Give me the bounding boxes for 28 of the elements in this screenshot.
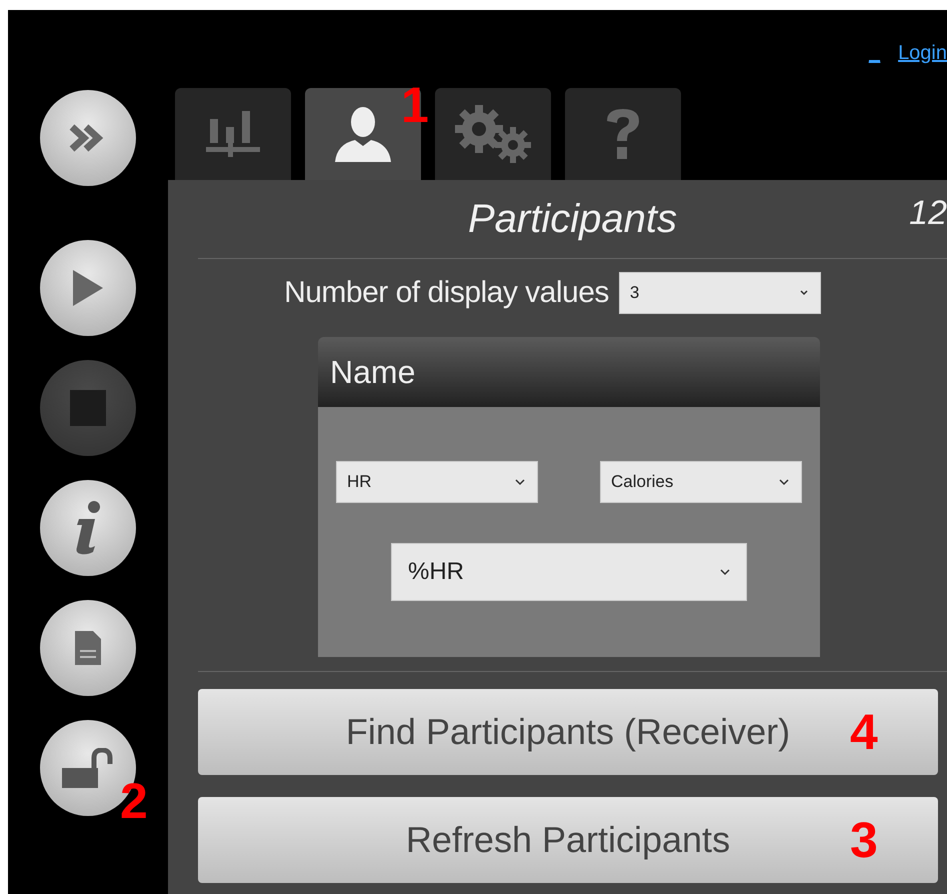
document-icon	[75, 631, 101, 665]
help-tab[interactable]	[565, 88, 681, 180]
panel-title: Participants	[468, 196, 677, 242]
chart-tab[interactable]	[175, 88, 291, 180]
annotation-number: 3	[850, 815, 878, 865]
value-select[interactable]: HR	[336, 461, 538, 503]
card-header: Name	[318, 337, 820, 407]
chevron-icon	[800, 290, 808, 296]
participant-count: 12	[909, 194, 947, 233]
header-link[interactable]: Login	[898, 42, 947, 66]
unlocked-padlock-icon	[62, 748, 114, 788]
gears-tab[interactable]	[435, 88, 551, 180]
annotation-number: 4	[850, 707, 878, 757]
gears-icon	[453, 105, 533, 163]
bar-chart-icon	[206, 109, 260, 159]
chevron-icon	[779, 478, 789, 486]
stop-icon	[70, 390, 106, 426]
play-icon	[71, 268, 105, 308]
annotation-number: 1	[401, 80, 429, 130]
header-link[interactable]: _	[868, 42, 880, 66]
chevron-icon	[515, 478, 525, 486]
display-values-select[interactable]: 3	[618, 272, 821, 314]
value-select[interactable]: %HR	[391, 543, 747, 601]
value-select[interactable]: Calories	[600, 461, 802, 503]
chevron-icon	[720, 568, 730, 576]
annotation-number: 2	[120, 776, 148, 826]
person-icon	[333, 106, 393, 162]
display-values-label: Number of display values	[284, 276, 609, 310]
